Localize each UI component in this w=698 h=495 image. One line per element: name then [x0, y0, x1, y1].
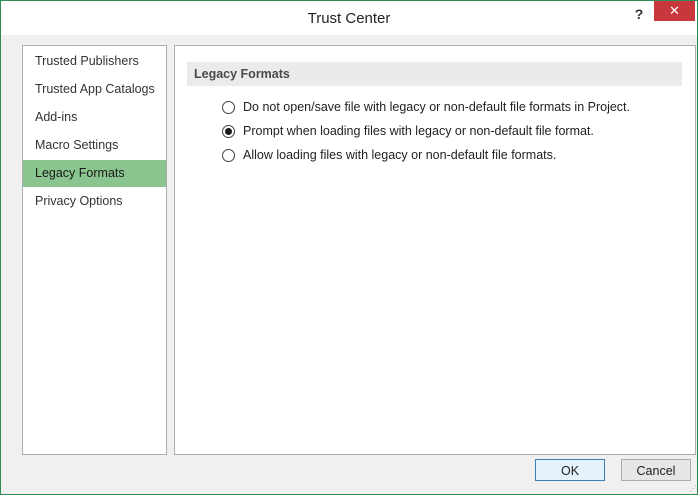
- help-button[interactable]: ?: [629, 5, 649, 23]
- sidebar-item-macro-settings[interactable]: Macro Settings: [23, 132, 166, 159]
- settings-panel: Legacy Formats Do not open/save file wit…: [174, 45, 696, 455]
- resize-grip-icon[interactable]: ⋰: [689, 485, 697, 493]
- sidebar-item-legacy-formats[interactable]: Legacy Formats: [23, 160, 166, 187]
- radio-button[interactable]: [222, 101, 235, 114]
- sidebar-item-add-ins[interactable]: Add-ins: [23, 104, 166, 131]
- option-label: Prompt when loading files with legacy or…: [243, 124, 594, 138]
- category-sidebar: Trusted Publishers Trusted App Catalogs …: [22, 45, 167, 455]
- radio-button[interactable]: [222, 125, 235, 138]
- sidebar-item-trusted-app-catalogs[interactable]: Trusted App Catalogs: [23, 76, 166, 103]
- sidebar-item-privacy-options[interactable]: Privacy Options: [23, 188, 166, 215]
- ok-button[interactable]: OK: [535, 459, 605, 481]
- close-icon: ✕: [669, 3, 680, 18]
- cancel-button[interactable]: Cancel: [621, 459, 691, 481]
- option-label: Allow loading files with legacy or non-d…: [243, 148, 557, 162]
- sidebar-item-trusted-publishers[interactable]: Trusted Publishers: [23, 48, 166, 75]
- radio-button[interactable]: [222, 149, 235, 162]
- option-label: Do not open/save file with legacy or non…: [243, 100, 631, 114]
- close-button[interactable]: ✕: [654, 1, 695, 21]
- trust-center-dialog: Trust Center ? ✕ Trusted Publishers Trus…: [0, 0, 698, 495]
- radio-selected-dot: [225, 128, 232, 135]
- section-title: Legacy Formats: [187, 62, 682, 86]
- window-title: Trust Center: [307, 10, 391, 27]
- title-bar[interactable]: Trust Center ? ✕: [1, 1, 697, 35]
